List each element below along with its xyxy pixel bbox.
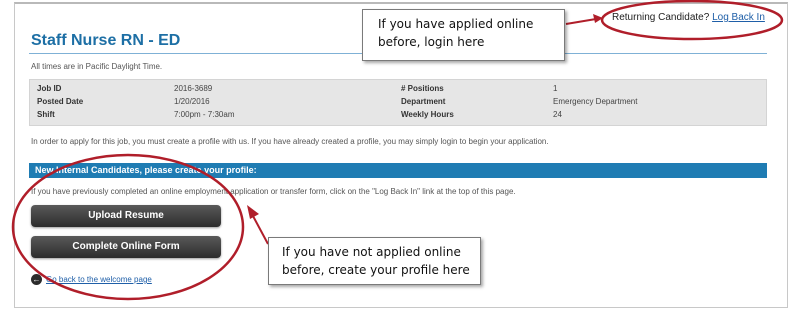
login-here-callout: If you have applied online before, login… — [362, 9, 565, 61]
create-callout-line-1: If you have not applied online — [282, 245, 461, 259]
create-profile-callout: If you have not applied online before, c… — [268, 237, 481, 285]
login-callout-line-2: before, login here — [378, 35, 485, 49]
top-arrow-line — [565, 18, 597, 25]
bottom-arrowhead — [247, 205, 259, 219]
create-profile-highlight-ellipse — [11, 153, 245, 301]
bottom-arrow-line — [252, 215, 269, 245]
login-callout-line-1: If you have applied online — [378, 17, 534, 31]
log-back-in-highlight-ellipse — [600, 0, 784, 41]
create-callout-line-2: before, create your profile here — [282, 263, 470, 277]
